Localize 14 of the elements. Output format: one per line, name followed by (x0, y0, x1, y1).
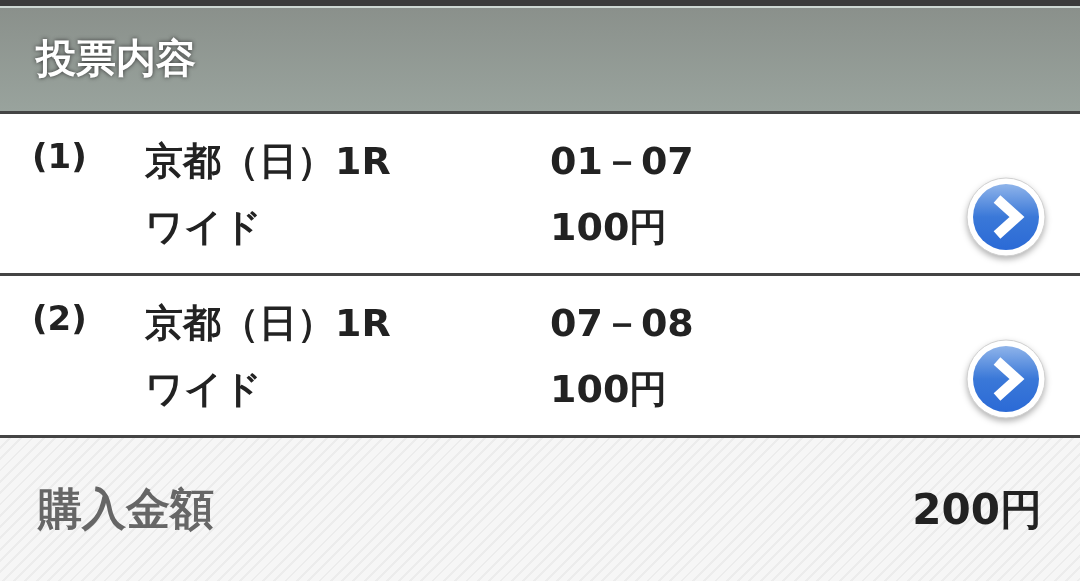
total-label: 購入金額 (38, 482, 214, 536)
bet-amount: 100円 (550, 203, 669, 250)
race-name: 京都（日）1R (145, 137, 392, 184)
race-name: 京都（日）1R (145, 299, 392, 346)
combination: 01－07 (550, 137, 695, 184)
bet-amount: 100円 (550, 365, 669, 412)
bet-row[interactable]: (1) 京都（日）1R ワイド 01－07 100円 (0, 114, 1080, 276)
section-title: 投票内容 (36, 34, 196, 83)
total-amount: 200円 (912, 483, 1042, 536)
bet-number: (1) (31, 136, 88, 176)
bet-type: ワイド (145, 203, 263, 250)
combination: 07－08 (550, 299, 695, 346)
bet-number: (2) (31, 298, 88, 338)
bet-type: ワイド (145, 365, 263, 412)
